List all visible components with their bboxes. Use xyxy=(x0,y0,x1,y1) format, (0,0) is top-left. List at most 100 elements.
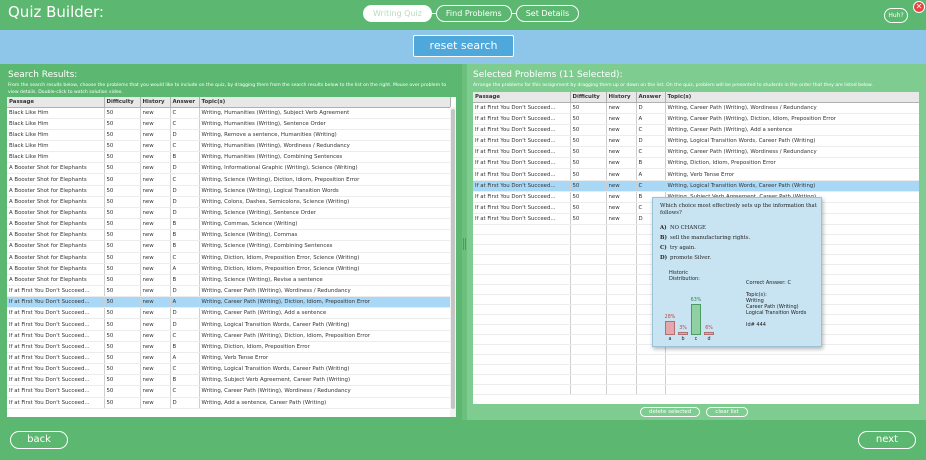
table-row[interactable]: A Booster Shot for Elephants 50 new B Writin… xyxy=(7,218,451,231)
table-cell: If at First You Don't Succeed... xyxy=(7,307,105,320)
table-row[interactable]: Black Like Him 50 new B Writing, Humanities … xyxy=(7,151,451,164)
table-cell: D xyxy=(170,318,200,331)
step-writing-quiz[interactable]: Writing Quiz xyxy=(363,5,432,22)
table-cell: If at First You Don't Succeed... xyxy=(473,124,571,136)
table-cell: new xyxy=(606,202,637,215)
table-row[interactable]: If at First You Don't Succeed... 50 new C Wr… xyxy=(473,146,919,159)
search-results-table-wrap: Passage Difficulty History Answer Topic(s) B… xyxy=(7,97,456,417)
table-row[interactable]: If at First You Don't Succeed... 50 new C Wr… xyxy=(7,330,451,342)
table-row[interactable]: A Booster Shot for Elephants 50 new D Writin… xyxy=(7,196,451,208)
table-cell: 50 xyxy=(104,374,141,387)
table-row[interactable]: A Booster Shot for Elephants 50 new C Writin… xyxy=(7,173,451,186)
table-cell: 50 xyxy=(104,118,141,130)
step-find-problems[interactable]: Find Problems xyxy=(435,5,512,22)
column-header[interactable]: History xyxy=(606,92,637,103)
table-cell xyxy=(665,364,919,376)
table-cell xyxy=(636,354,666,366)
column-header[interactable]: Difficulty xyxy=(104,97,141,108)
table-cell: Writing, Career Path (Writing), Wordines… xyxy=(665,102,919,114)
table-row[interactable]: Black Like Him 50 new C Writing, Humanities … xyxy=(7,107,451,119)
table-cell: Black Like Him xyxy=(7,151,105,164)
table-row[interactable]: Black Like Him 50 new C Writing, Humanities … xyxy=(7,118,451,130)
table-cell: new xyxy=(140,218,171,231)
next-button[interactable]: next xyxy=(858,431,916,449)
delete-selected-button[interactable]: delete selected xyxy=(640,407,701,417)
scrollbar-thumb[interactable] xyxy=(451,109,455,409)
table-row[interactable]: A Booster Shot for Elephants 50 new B Writin… xyxy=(7,274,451,287)
table-cell: If at First You Don't Succeed... xyxy=(7,296,105,309)
distribution-bar xyxy=(678,332,688,335)
table-cell: D xyxy=(170,285,200,298)
table-row[interactable]: A Booster Shot for Elephants 50 new D Writin… xyxy=(7,162,451,175)
table-cell: Black Like Him xyxy=(7,129,105,141)
table-cell: 50 xyxy=(570,168,607,181)
table-row[interactable]: If at First You Don't Succeed...50newBWr… xyxy=(7,374,451,387)
table-cell: new xyxy=(606,157,637,170)
table-row[interactable]: If at First You Don't Succeed... 50 new D Wr… xyxy=(473,135,919,148)
table-cell xyxy=(570,334,607,346)
table-row[interactable]: If at First You Don't Succeed... 50 new C Wr… xyxy=(473,180,919,192)
table-row[interactable]: A Booster Shot for Elephants 50 new B Writin… xyxy=(7,229,451,242)
table-row[interactable]: If at First You Don't Succeed...50newBWr… xyxy=(473,157,919,170)
table-cell: 50 xyxy=(104,218,141,231)
distribution-letter: a xyxy=(668,337,672,342)
table-row[interactable]: If at First You Don't Succeed... 50 new D Wr… xyxy=(7,307,451,320)
column-header[interactable]: Passage xyxy=(7,97,105,108)
table-cell: B xyxy=(170,229,200,242)
column-header[interactable]: Answer xyxy=(170,97,200,108)
table-cell: 50 xyxy=(104,263,141,275)
table-cell: new xyxy=(140,118,171,130)
table-cell: new xyxy=(140,296,171,309)
table-cell xyxy=(570,254,607,266)
choice-letter: C) xyxy=(660,245,667,251)
table-row[interactable]: A Booster Shot for Elephants 50 new D Writin… xyxy=(7,185,451,197)
table-row[interactable]: A Booster Shot for Elephants 50 new C Writin… xyxy=(7,252,451,264)
resize-grip-icon[interactable] xyxy=(463,238,466,250)
table-cell: 50 xyxy=(104,173,141,186)
table-cell: new xyxy=(140,185,171,197)
table-cell: D xyxy=(170,307,200,320)
column-header[interactable]: Answer xyxy=(636,92,666,103)
table-cell: new xyxy=(140,196,171,208)
table-row[interactable]: Black Like Him 50 new D Writing, Remove a se… xyxy=(7,129,451,141)
column-header[interactable]: Difficulty xyxy=(570,92,607,103)
table-cell xyxy=(473,384,571,396)
table-row[interactable]: If at First You Don't Succeed... 50 new A Wr… xyxy=(7,296,451,309)
table-cell xyxy=(636,364,666,376)
table-cell: A Booster Shot for Elephants xyxy=(7,207,105,220)
table-cell: new xyxy=(140,397,171,409)
table-cell: B xyxy=(170,374,200,387)
table-row[interactable]: A Booster Shot for Elephants 50 new B Writin… xyxy=(7,240,451,253)
close-icon[interactable]: ✕ xyxy=(913,1,925,13)
help-button[interactable]: Huh? xyxy=(884,8,908,23)
table-row[interactable]: If at First You Don't Succeed... 50 new D Wr… xyxy=(473,102,919,114)
table-row[interactable]: If at First You Don't Succeed... 50 new A Wr… xyxy=(473,168,919,181)
table-row[interactable]: A Booster Shot for Elephants 50 new A Writin… xyxy=(7,263,451,275)
column-header[interactable]: Topic(s) xyxy=(665,92,919,103)
table-row[interactable]: If at First You Don't Succeed... 50 new D Wr… xyxy=(7,285,451,298)
reset-search-button[interactable]: reset search xyxy=(413,35,514,57)
back-button[interactable]: back xyxy=(10,431,68,449)
column-header[interactable]: Topic(s) xyxy=(199,97,451,108)
table-row[interactable]: If at First You Don't Succeed... 50 new D Wr… xyxy=(7,318,451,331)
table-row[interactable]: If at First You Don't Succeed... 50 new C Wr… xyxy=(473,124,919,136)
table-row[interactable]: If at First You Don't Succeed...50newBWr… xyxy=(7,341,451,353)
table-row[interactable]: If at First You Don't Succeed... 50 new D Wr… xyxy=(7,397,451,409)
table-cell xyxy=(570,274,607,286)
table-row[interactable]: Black Like Him 50 new C Writing, Humanities … xyxy=(7,140,451,153)
table-cell: Writing, Logical Transition Words, Caree… xyxy=(665,135,919,148)
column-header[interactable]: Passage xyxy=(473,92,571,103)
table-cell: Writing, Career Path (Writing), Add a se… xyxy=(199,307,451,320)
table-row[interactable]: If at First You Don't Succeed... 50 new C Wr… xyxy=(7,385,451,398)
table-row[interactable]: If at First You Don't Succeed... 50 new C Wr… xyxy=(7,363,451,376)
step-set-details[interactable]: Set Details xyxy=(515,5,580,22)
table-row[interactable]: If at First You Don't Succeed... 50 new A Wr… xyxy=(473,113,919,125)
table-row[interactable]: If at First You Don't Succeed... 50 new A Wr… xyxy=(7,352,451,365)
table-cell xyxy=(473,244,571,256)
clear-list-button[interactable]: clear list xyxy=(706,407,748,417)
table-cell: A xyxy=(170,263,200,275)
table-cell: If at First You Don't Succeed... xyxy=(7,352,105,365)
column-header[interactable]: History xyxy=(140,97,171,108)
choice-letter: A) xyxy=(660,225,667,231)
table-row[interactable]: A Booster Shot for Elephants 50 new D Writin… xyxy=(7,207,451,220)
